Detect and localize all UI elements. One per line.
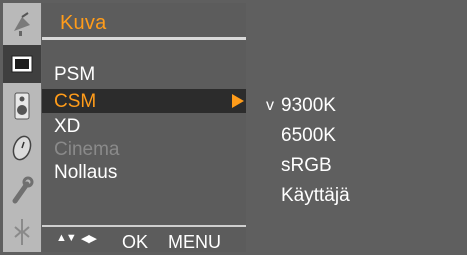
submenu-option-9300k[interactable]: 9300K [281, 95, 336, 117]
navigation-hint-bar: ▲▼ ◀▶ OK MENU [42, 225, 246, 252]
submenu-option-6500k[interactable]: 6500K [281, 125, 336, 147]
menu-hint: MENU [168, 232, 221, 252]
category-icon-strip [3, 3, 41, 252]
menu-item-cinema: Cinema [54, 139, 120, 160]
left-right-arrows-icon: ◀▶ [81, 233, 97, 245]
clock-icon[interactable] [3, 129, 41, 167]
menu-item-csm[interactable]: CSM [54, 91, 96, 113]
ok-hint: OK [122, 232, 149, 252]
menu-title: Kuva [60, 12, 107, 34]
submenu-arrow-icon [232, 94, 244, 108]
menu-item-psm[interactable]: PSM [54, 64, 95, 86]
title-divider [42, 37, 246, 40]
csm-submenu: v 9300K 6500K sRGB Käyttäjä [248, 3, 464, 252]
up-down-arrows-icon: ▲▼ [56, 232, 77, 244]
menu-item-xd[interactable]: XD [54, 116, 80, 138]
speaker-icon[interactable] [3, 87, 41, 125]
menu-item-nollaus[interactable]: Nollaus [54, 162, 117, 184]
wrench-icon[interactable] [3, 171, 41, 209]
antenna-icon[interactable] [3, 213, 41, 251]
satellite-dish-icon[interactable] [3, 5, 41, 43]
picture-menu-panel: Kuva PSM CSM XD Cinema Nollaus ▲▼ ◀▶ OK … [42, 3, 246, 252]
submenu-option-srgb[interactable]: sRGB [281, 155, 332, 177]
submenu-option-kayttaja[interactable]: Käyttäjä [281, 185, 350, 207]
check-mark-icon: v [266, 97, 274, 114]
picture-icon[interactable] [3, 45, 41, 83]
